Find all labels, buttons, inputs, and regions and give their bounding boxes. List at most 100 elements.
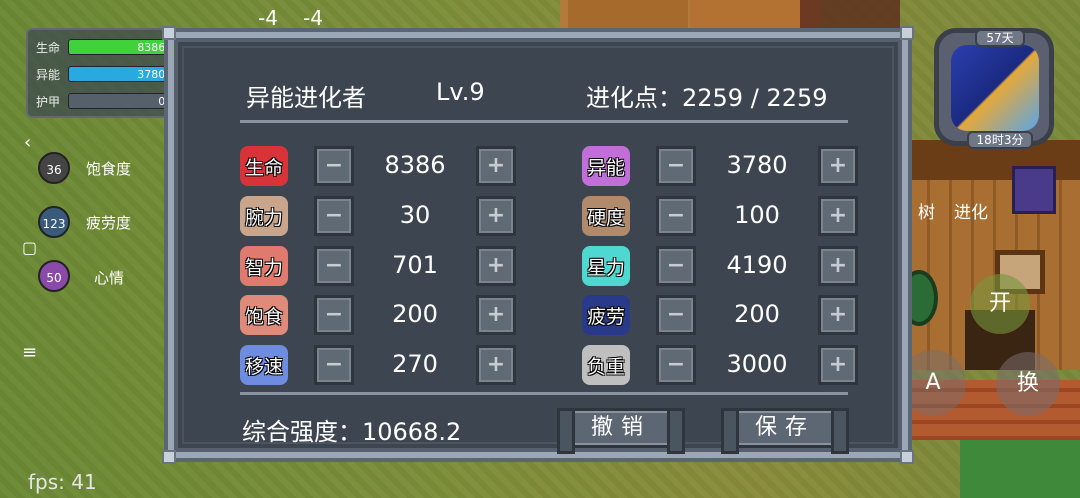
stat-value: 30 xyxy=(399,201,431,229)
stat-value: 701 xyxy=(392,251,438,279)
stat-value: 3000 xyxy=(726,350,788,378)
meat-icon: 饱食 xyxy=(240,295,288,335)
scroll-icon[interactable] xyxy=(1012,166,1056,214)
increase-button[interactable]: + xyxy=(818,146,858,186)
increase-button[interactable]: + xyxy=(476,146,516,186)
stat-label: 饱食 xyxy=(244,305,283,328)
minus-icon: − xyxy=(666,253,686,278)
decrease-button[interactable]: − xyxy=(656,246,696,286)
decrease-button[interactable]: − xyxy=(314,146,354,186)
header-divider xyxy=(240,120,848,123)
plus-icon: + xyxy=(486,253,506,278)
stat-value: 200 xyxy=(392,300,438,328)
corner-rivet xyxy=(162,450,176,464)
increase-button[interactable]: + xyxy=(818,295,858,335)
fist-icon: 腕力 xyxy=(240,196,288,236)
decrease-button[interactable]: − xyxy=(656,295,696,335)
stat-label: 星力 xyxy=(586,256,625,279)
energy-row: 异能 3780 / 3 xyxy=(36,65,188,83)
evolution-points: 进化点：2259 / 2259 xyxy=(586,84,828,112)
time-display: 18时3分 xyxy=(967,131,1033,149)
armor-label: 护甲 xyxy=(36,94,61,109)
evolution-dialog: 异能进化者 Lv.9 进化点：2259 / 2259 生命 − 8386 + 腕力 − 30… xyxy=(162,26,914,464)
undo-button[interactable]: 撤销 xyxy=(557,408,685,454)
increase-button[interactable]: + xyxy=(476,196,516,236)
hp-label: 生命 xyxy=(36,40,61,55)
coord-y: -4 xyxy=(303,6,323,30)
menu-icon[interactable]: ≡ xyxy=(22,342,37,363)
corner-rivet xyxy=(900,26,914,40)
minus-icon: − xyxy=(324,302,344,327)
open-button[interactable]: 开 xyxy=(970,274,1030,334)
house-roof xyxy=(690,0,800,30)
increase-button[interactable]: + xyxy=(818,196,858,236)
minus-icon: − xyxy=(666,153,686,178)
increase-button[interactable]: + xyxy=(476,295,516,335)
stat-label: 疲劳 xyxy=(586,305,625,328)
fatigue-orb: 123 xyxy=(38,206,70,238)
chevron-left-icon[interactable]: ‹ xyxy=(24,132,31,153)
day-counter: 57天 xyxy=(975,29,1025,47)
decrease-button[interactable]: − xyxy=(314,196,354,236)
floor-tiles xyxy=(960,440,1080,498)
sky-dial xyxy=(951,45,1039,131)
plus-icon: + xyxy=(828,302,848,327)
minus-icon: − xyxy=(666,302,686,327)
plus-icon: + xyxy=(828,352,848,377)
stat-value: 100 xyxy=(734,201,780,229)
decrease-button[interactable]: − xyxy=(656,196,696,236)
energy-label: 异能 xyxy=(36,67,61,82)
weight-icon: 负重 xyxy=(582,345,630,385)
stat-value: 200 xyxy=(734,300,780,328)
tree-label: 树 xyxy=(918,203,935,223)
plus-icon: + xyxy=(486,203,506,228)
decrease-button[interactable]: − xyxy=(314,295,354,335)
swap-button[interactable]: 换 xyxy=(996,352,1060,416)
a-button[interactable]: A xyxy=(900,350,966,416)
save-button[interactable]: 保存 xyxy=(721,408,849,454)
day-clock[interactable]: 57天 18时3分 xyxy=(934,28,1054,149)
increase-button[interactable]: + xyxy=(476,345,516,385)
increase-button[interactable]: + xyxy=(476,246,516,286)
increase-button[interactable]: + xyxy=(818,345,858,385)
stat-label: 生命 xyxy=(244,156,283,179)
coord-x: -4 xyxy=(258,6,278,30)
armor-row: 护甲 0 / 0 xyxy=(36,92,188,110)
plus-icon: + xyxy=(828,153,848,178)
evolve-button[interactable]: 进化 xyxy=(954,198,988,223)
stat-label: 智力 xyxy=(244,256,283,279)
mood-orb: 50 xyxy=(38,260,70,292)
increase-button[interactable]: + xyxy=(818,246,858,286)
stat-label: 硬度 xyxy=(586,206,625,229)
house-roof xyxy=(568,0,688,30)
stat-value: 8386 xyxy=(384,151,446,179)
minus-icon: − xyxy=(324,352,344,377)
stat-label: 移速 xyxy=(244,355,283,378)
hunger-label: 饱食度 xyxy=(86,160,132,178)
stat-value: 4190 xyxy=(726,251,788,279)
decrease-button[interactable]: − xyxy=(656,345,696,385)
minus-icon: − xyxy=(666,203,686,228)
decrease-button[interactable]: − xyxy=(314,246,354,286)
plus-icon: + xyxy=(486,302,506,327)
square-icon[interactable]: ▢ xyxy=(22,238,37,257)
fatigue-label: 疲劳度 xyxy=(86,214,132,232)
corner-rivet xyxy=(900,450,914,464)
level-label: Lv.9 xyxy=(436,78,485,106)
footer-divider xyxy=(240,392,848,395)
status-hud: 生命 8386 / 8 异能 3780 / 3 护甲 0 / 0 xyxy=(26,28,188,118)
shield-icon: 硬度 xyxy=(582,196,630,236)
stat-label: 腕力 xyxy=(244,206,283,229)
decrease-button[interactable]: − xyxy=(656,146,696,186)
stat-value: 3780 xyxy=(726,151,788,179)
stat-value: 270 xyxy=(392,350,438,378)
decrease-button[interactable]: − xyxy=(314,345,354,385)
minus-icon: − xyxy=(324,153,344,178)
brain-icon: 智力 xyxy=(240,246,288,286)
stat-label: 负重 xyxy=(586,355,625,378)
hp-row: 生命 8386 / 8 xyxy=(36,38,188,56)
wing-icon: 移速 xyxy=(240,345,288,385)
plus-icon: + xyxy=(486,352,506,377)
mood-label: 心情 xyxy=(94,269,125,287)
total-strength: 综合强度：10668.2 xyxy=(242,418,462,446)
